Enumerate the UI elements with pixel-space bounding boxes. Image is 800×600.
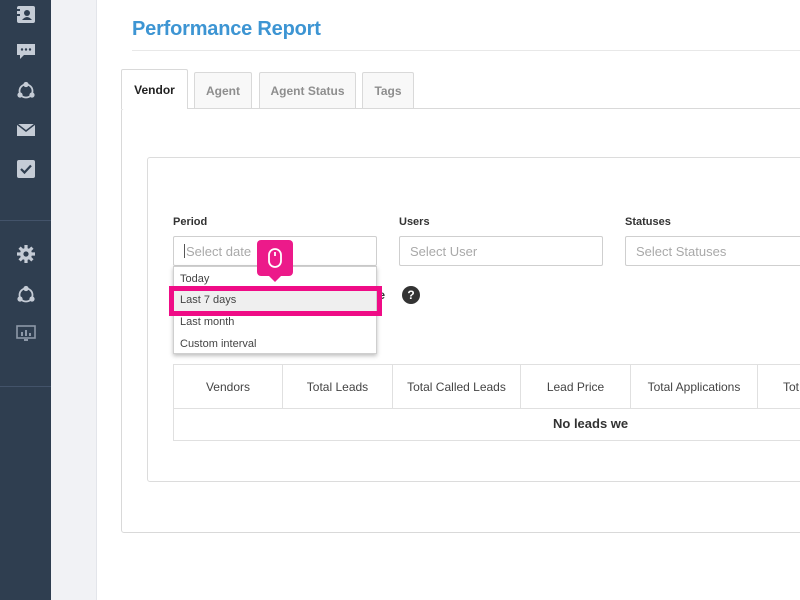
page-title: Performance Report: [132, 18, 321, 40]
statuses-select[interactable]: Select Statuses: [625, 236, 800, 266]
mouse-click-indicator: [257, 240, 293, 282]
dropdown-option-custom-interval[interactable]: Custom interval: [174, 333, 376, 355]
statuses-placeholder: Select Statuses: [636, 243, 727, 259]
column-header-total-applications[interactable]: Total Applications: [631, 365, 758, 409]
users-placeholder: Select User: [410, 243, 478, 259]
network-icon[interactable]: [0, 76, 51, 106]
dropdown-option-last-7-days[interactable]: Last 7 days: [174, 289, 376, 311]
title-divider: [132, 50, 800, 51]
column-header-vendors[interactable]: Vendors: [174, 365, 283, 409]
period-label: Period: [173, 216, 208, 228]
share-icon[interactable]: [0, 280, 51, 310]
table-empty-message: No leads we: [553, 416, 629, 431]
report-table: Vendors Total Leads Total Called Leads L…: [173, 364, 800, 441]
column-header-total-leads[interactable]: Total Leads: [283, 365, 393, 409]
sidebar-gutter: [51, 0, 96, 600]
period-placeholder: Select date: [186, 243, 252, 259]
users-select[interactable]: Select User: [399, 236, 603, 266]
gear-icon[interactable]: [0, 239, 51, 269]
sidebar: [0, 0, 51, 600]
mouse-icon: [268, 248, 282, 268]
column-header-lead-price[interactable]: Lead Price: [521, 365, 631, 409]
tab-agent-status[interactable]: Agent Status: [259, 72, 356, 109]
column-header-truncated[interactable]: Tot: [758, 365, 800, 409]
checkbox-icon[interactable]: [0, 154, 51, 184]
tab-vendor[interactable]: Vendor: [121, 69, 188, 109]
users-label: Users: [399, 216, 430, 228]
sidebar-divider: [0, 220, 51, 221]
monitor-chart-icon[interactable]: [0, 319, 51, 349]
statuses-label: Statuses: [625, 216, 671, 228]
chat-icon[interactable]: [0, 37, 51, 67]
dropdown-option-last-month[interactable]: Last month: [174, 311, 376, 333]
text-cursor: [184, 244, 185, 258]
tab-agent[interactable]: Agent: [194, 72, 252, 109]
contacts-icon[interactable]: [0, 0, 51, 30]
help-icon[interactable]: ?: [402, 286, 420, 304]
tab-tags[interactable]: Tags: [362, 72, 414, 109]
mail-icon[interactable]: [0, 115, 51, 145]
sidebar-divider-bottom: [0, 386, 51, 387]
column-header-total-called-leads[interactable]: Total Called Leads: [393, 365, 521, 409]
